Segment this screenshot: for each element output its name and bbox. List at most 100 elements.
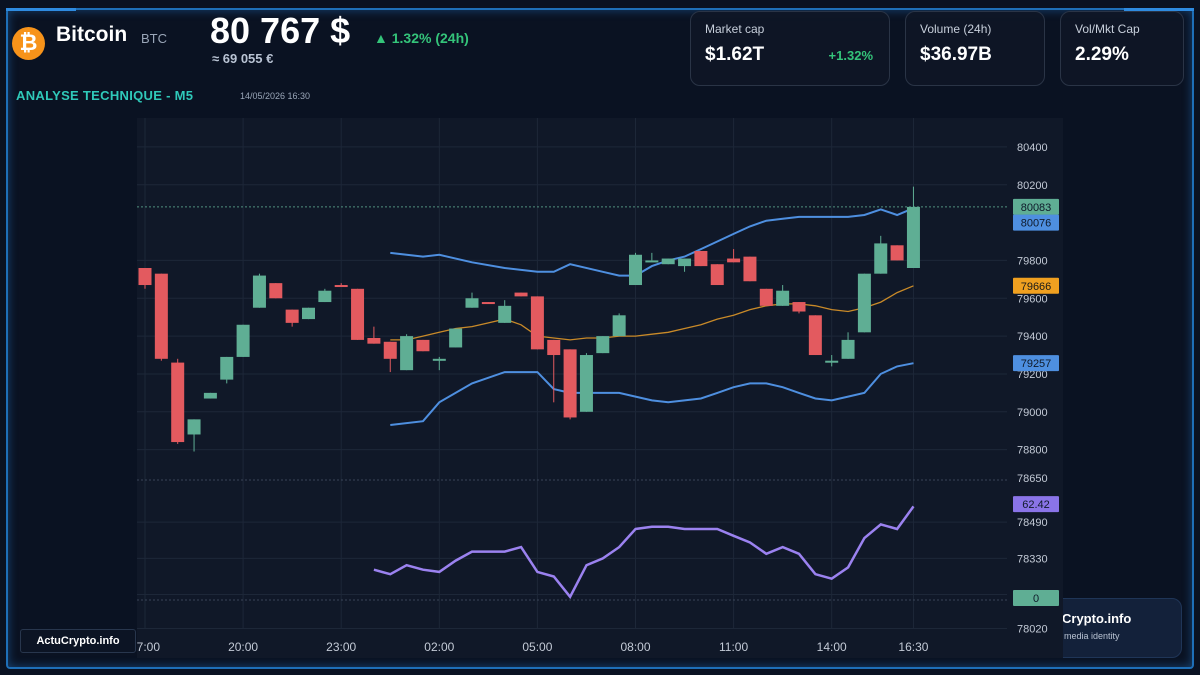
bollinger-lower-line bbox=[390, 362, 914, 426]
bitcoin-logo-icon: ₿ bbox=[12, 27, 45, 60]
x-tick-label: 23:00 bbox=[326, 640, 356, 654]
candle-body bbox=[449, 328, 463, 348]
x-tick-label: 16:30 bbox=[898, 640, 928, 654]
candle-body bbox=[530, 296, 544, 350]
price-tick-label: 78650 bbox=[1017, 473, 1048, 485]
candle-body bbox=[808, 315, 822, 356]
candle-body bbox=[825, 360, 839, 363]
stat-value: $36.97B bbox=[920, 44, 992, 65]
candle-body bbox=[645, 260, 659, 263]
sma-line bbox=[390, 285, 914, 341]
candle-body bbox=[563, 349, 577, 418]
x-tick-label: 08:00 bbox=[620, 640, 650, 654]
price-tick-label: 79000 bbox=[1017, 407, 1048, 419]
candle-body bbox=[629, 254, 642, 286]
stat-change: +1.32% bbox=[828, 48, 873, 63]
candle-body bbox=[285, 309, 299, 323]
price-tick-label: 79800 bbox=[1017, 255, 1048, 267]
candle-body bbox=[252, 275, 266, 308]
x-tick-label: 20:00 bbox=[228, 640, 258, 654]
candle-body bbox=[416, 339, 430, 352]
candle-body bbox=[138, 268, 152, 286]
candle-body bbox=[678, 258, 692, 267]
x-tick-label: 02:00 bbox=[424, 640, 454, 654]
price-value-label: 79257 bbox=[1021, 358, 1052, 370]
candle-body bbox=[187, 419, 201, 435]
stat-value: 2.29% bbox=[1075, 44, 1129, 65]
brand-subtitle: media identity bbox=[1064, 631, 1120, 641]
analysis-title: ANALYSE TECHNIQUE - M5 bbox=[16, 88, 194, 103]
candle-body bbox=[759, 288, 773, 306]
candle-body bbox=[236, 324, 250, 357]
stat-card-volume: Volume (24h) $36.97B bbox=[905, 11, 1045, 86]
candle-body bbox=[579, 355, 593, 412]
price-value-label: 80083 bbox=[1021, 202, 1052, 214]
candle-body bbox=[841, 339, 855, 359]
candle-body bbox=[498, 305, 512, 323]
x-tick-label: 11:00 bbox=[719, 640, 748, 654]
candle-body bbox=[727, 258, 741, 263]
rsi-tick-label: 78020 bbox=[1017, 623, 1048, 635]
candle-body bbox=[890, 245, 904, 261]
price-tick-label: 80200 bbox=[1017, 180, 1048, 192]
candle-body bbox=[269, 283, 283, 299]
current-price: 80 767 $ bbox=[210, 10, 351, 51]
candle-body bbox=[792, 302, 806, 312]
frame-corner-top-left bbox=[6, 8, 76, 11]
candle-body bbox=[661, 258, 675, 265]
brand-name: Crypto.info bbox=[1062, 611, 1132, 626]
candle-body bbox=[465, 298, 479, 308]
candle-body bbox=[171, 362, 185, 443]
candle-body bbox=[776, 290, 790, 306]
candle-body bbox=[906, 206, 920, 268]
price-chart: 8040080200798007960079400792007900078800… bbox=[130, 118, 1059, 654]
candle-body bbox=[547, 339, 561, 356]
x-tick-label: 05:00 bbox=[522, 640, 552, 654]
candle-body bbox=[203, 392, 217, 399]
candle-body bbox=[596, 336, 610, 354]
price-tick-label: 79600 bbox=[1017, 293, 1048, 305]
x-tick-label: 14:00 bbox=[817, 640, 847, 654]
stat-card-vol-mkt-cap: Vol/Mkt Cap 2.29% bbox=[1060, 11, 1184, 86]
stat-card-market-cap: Market cap $1.62T +1.32% bbox=[690, 11, 890, 86]
stat-label: Volume (24h) bbox=[920, 22, 992, 36]
watermark: ActuCrypto.info bbox=[20, 629, 136, 653]
candle-body bbox=[612, 315, 626, 337]
stat-label: Market cap bbox=[705, 22, 765, 36]
candle-body bbox=[874, 243, 888, 274]
price-tick-label: 79400 bbox=[1017, 331, 1048, 343]
candle-body bbox=[367, 338, 381, 344]
candle-body bbox=[481, 302, 495, 305]
x-tick-label: 17:00 bbox=[137, 640, 160, 654]
rsi-tick-label: 78490 bbox=[1017, 517, 1048, 529]
rsi-line bbox=[373, 505, 915, 600]
candle-body bbox=[154, 273, 168, 359]
candle-body bbox=[318, 290, 332, 303]
price-value-label: 79666 bbox=[1021, 281, 1052, 293]
chart-area: 80400 80200 79800 79600 79400 79200 79000 78800… bbox=[130, 118, 1063, 658]
price-tick-label: 80400 bbox=[1017, 142, 1048, 154]
coin-symbol: BTC bbox=[141, 31, 167, 46]
candle-body bbox=[220, 356, 234, 380]
rsi-value-label: 62.42 bbox=[1022, 499, 1050, 511]
price-value-label: 80076 bbox=[1021, 218, 1052, 230]
bollinger-upper-line bbox=[390, 207, 914, 277]
candle-body bbox=[743, 256, 757, 282]
candle-body bbox=[432, 358, 446, 361]
candle-body bbox=[514, 292, 528, 297]
price-change-24h: ▲ 1.32% (24h) bbox=[374, 30, 469, 46]
candle-body bbox=[334, 285, 348, 288]
candle-body bbox=[400, 336, 414, 371]
candle-body bbox=[383, 341, 397, 359]
candle-body bbox=[857, 273, 871, 333]
candle-body bbox=[694, 250, 708, 267]
analysis-datetime: 14/05/2026 16:30 bbox=[240, 91, 311, 101]
coin-name: Bitcoin bbox=[56, 23, 128, 46]
candle-body bbox=[302, 307, 315, 320]
rsi-value-label: 0 bbox=[1033, 593, 1039, 605]
candle-body bbox=[710, 264, 724, 286]
candle-body bbox=[351, 288, 365, 340]
price-tick-label: 78800 bbox=[1017, 445, 1048, 457]
stat-label: Vol/Mkt Cap bbox=[1075, 22, 1140, 36]
price-in-euro: ≈ 69 055 € bbox=[212, 51, 274, 66]
